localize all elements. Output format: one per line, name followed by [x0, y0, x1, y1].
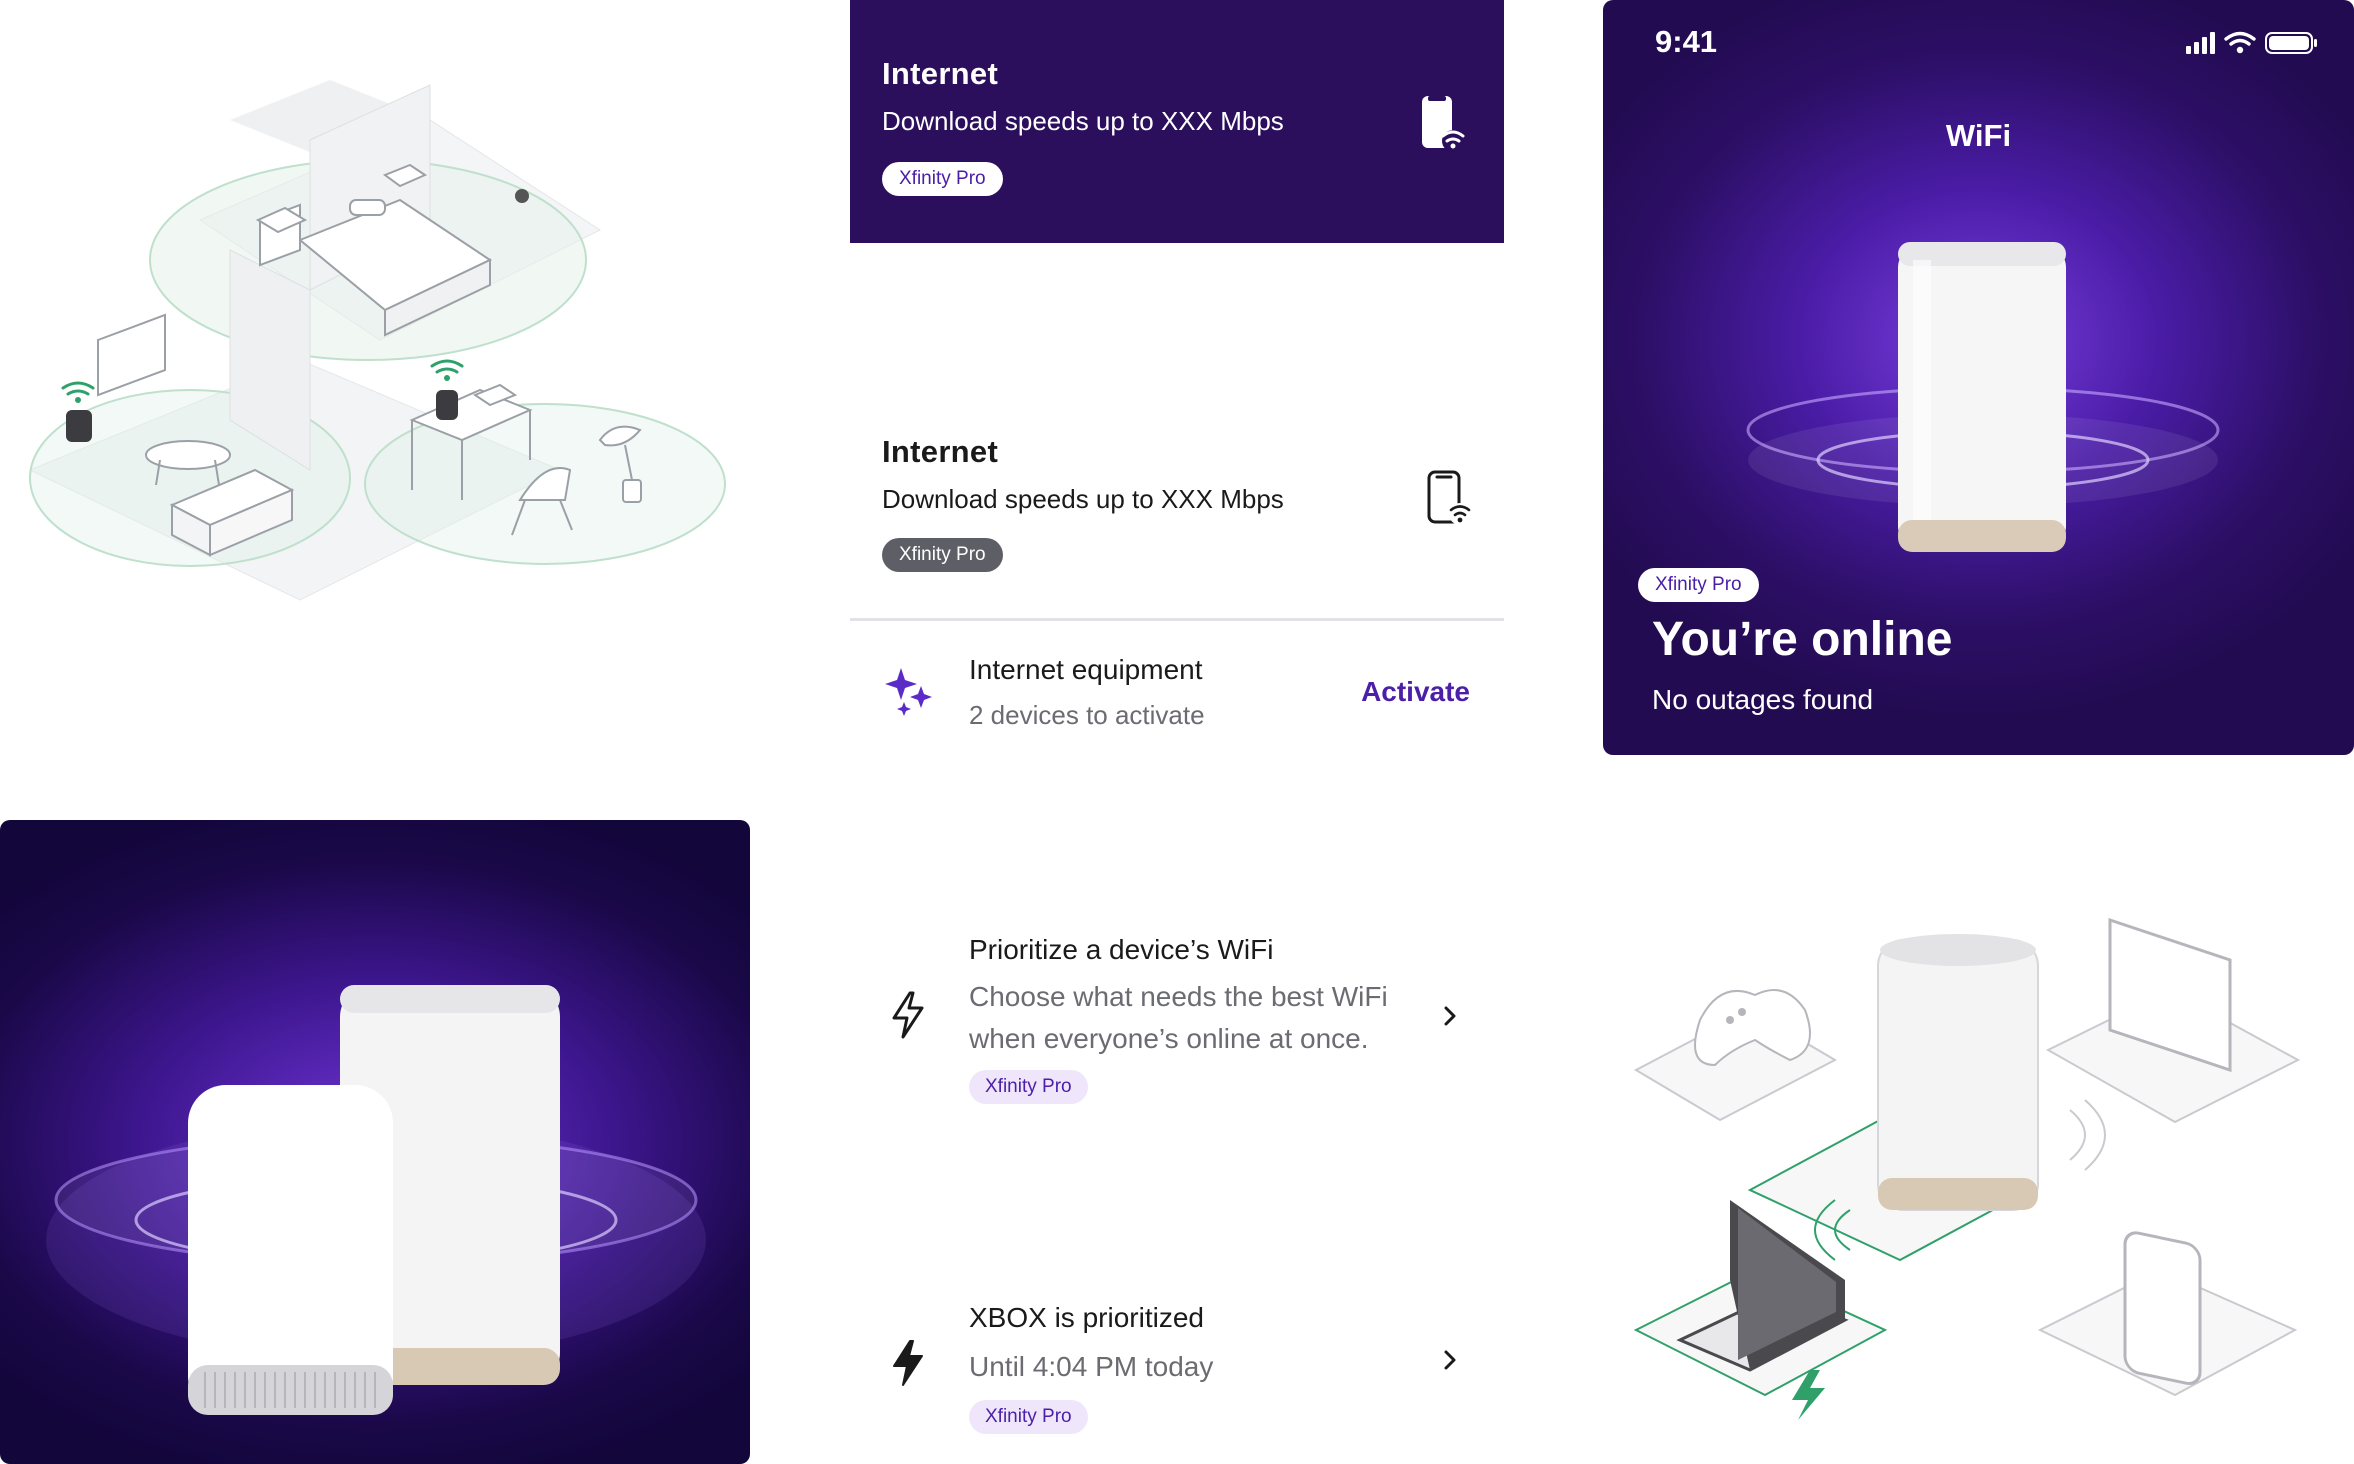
internet-card-subtitle: Download speeds up to XXX Mbps [882, 106, 1284, 136]
internet-card-title: Internet [882, 56, 999, 91]
wifi-icon [2224, 31, 2256, 46]
connection-status-subtitle: No outages found [1652, 684, 1874, 715]
internet-card-dark[interactable]: Internet Download speeds up to XXX Mbps … [850, 0, 1504, 243]
prioritize-device-row[interactable]: Prioritize a device’s WiFi Choose what n… [850, 920, 1504, 1120]
wifi-status-screen: 9:41 WiFi Xfinity Pro You’re online No o… [1603, 0, 2354, 755]
xfinity-pro-badge: Xfinity Pro [1638, 568, 1759, 602]
xfinity-pro-badge: Xfinity Pro [969, 1400, 1088, 1434]
battery-icon [2265, 32, 2317, 54]
home-coverage-illustration [0, 0, 760, 620]
prioritized-devices-illustration [1630, 900, 2310, 1420]
xbox-prioritized-row[interactable]: XBOX is prioritized Until 4:04 PM today … [850, 1290, 1504, 1450]
sparkle-icon [884, 664, 934, 721]
gateway-illustration [1733, 220, 2233, 570]
activate-button[interactable]: Activate [1361, 676, 1470, 708]
status-bar-time: 9:41 [1655, 24, 1718, 59]
phone-wifi-icon [1424, 468, 1474, 533]
chevron-right-icon[interactable] [1440, 1002, 1460, 1035]
feature-description: Choose what needs the best WiFi when eve… [969, 981, 1388, 1054]
status-bar-icons [2186, 30, 2326, 61]
divider [850, 618, 1504, 621]
internet-equipment-row[interactable]: Internet equipment 2 devices to activate… [850, 640, 1504, 750]
feature-description: Until 4:04 PM today [969, 1351, 1214, 1382]
xfinity-pro-badge: Xfinity Pro [882, 162, 1003, 196]
xfinity-pro-badge: Xfinity Pro [882, 538, 1003, 572]
phone-wifi-icon [1416, 92, 1468, 159]
internet-card-subtitle: Download speeds up to XXX Mbps [882, 484, 1284, 514]
screen-title: WiFi [1945, 118, 2012, 153]
internet-card-title: Internet [882, 434, 999, 469]
devices-hero-image [0, 820, 750, 1464]
connection-status-title: You’re online [1652, 613, 1953, 666]
chevron-right-icon[interactable] [1440, 1346, 1460, 1379]
internet-card-light[interactable]: Internet Download speeds up to XXX Mbps … [850, 410, 1504, 620]
equipment-title: Internet equipment [969, 654, 1203, 685]
xfinity-pro-badge: Xfinity Pro [969, 1070, 1088, 1104]
lightning-filled-icon [890, 1338, 926, 1393]
equipment-subtitle: 2 devices to activate [969, 700, 1205, 730]
feature-title: XBOX is prioritized [969, 1302, 1204, 1333]
feature-title: Prioritize a device’s WiFi [969, 934, 1274, 965]
lightning-outline-icon [890, 990, 926, 1045]
cellular-signal-icon [2186, 32, 2215, 54]
